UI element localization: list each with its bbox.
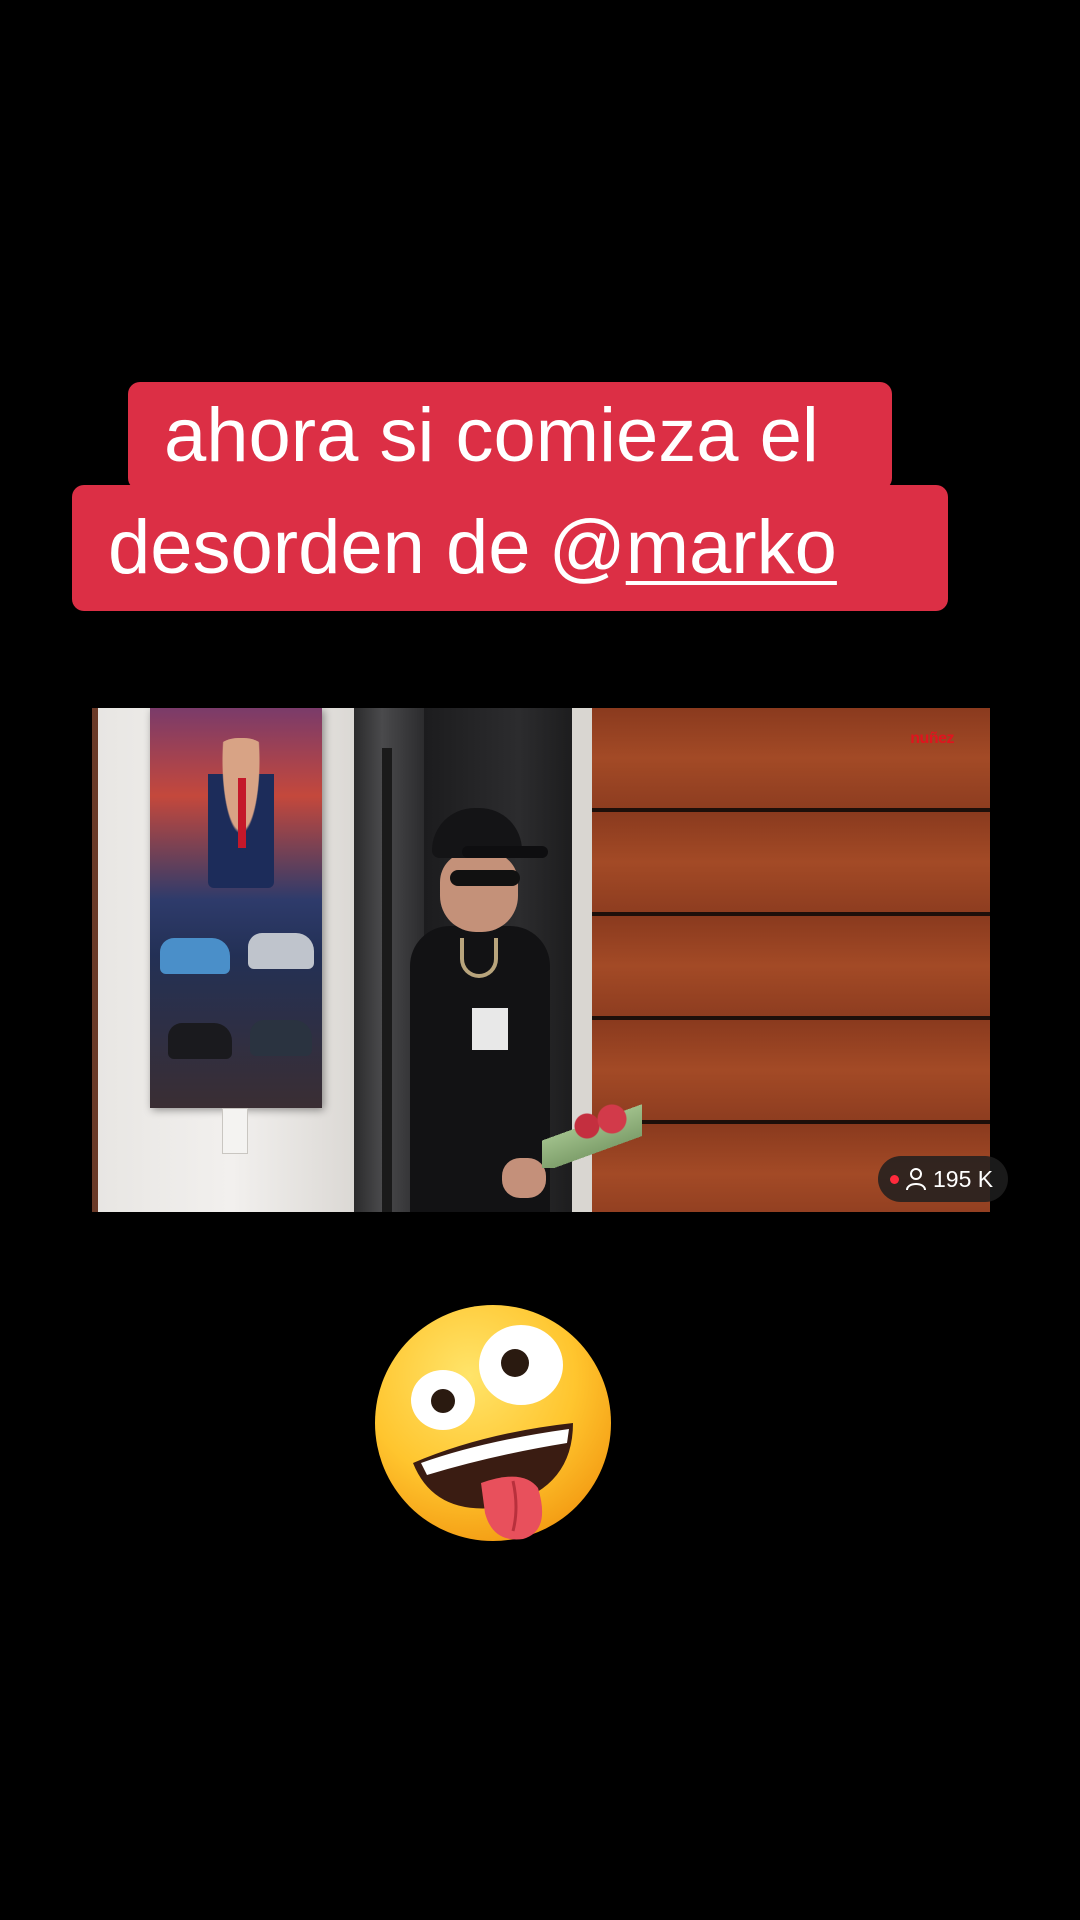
- video-frame[interactable]: nuñez: [92, 708, 990, 1212]
- video-poster: [150, 708, 322, 1108]
- viewer-count: 195 K: [933, 1165, 994, 1192]
- live-dot-icon: [890, 1174, 899, 1184]
- light-switch: [222, 1108, 248, 1154]
- caption-line-2: desorden de @ marko: [72, 485, 948, 611]
- mention-link[interactable]: marko: [626, 510, 837, 586]
- person-icon: [906, 1168, 926, 1191]
- mention-at-sign[interactable]: @: [549, 510, 626, 586]
- video-watermark: nuñez: [910, 730, 954, 747]
- flower-bouquet: [542, 1098, 642, 1168]
- caption-text-line-1: ahora si comieza el: [164, 393, 819, 478]
- person-in-video: [402, 808, 552, 1212]
- caption-line-1: ahora si comieza el: [128, 382, 892, 490]
- caption-text-line-2: desorden de: [108, 505, 531, 590]
- wood-panels: [592, 708, 990, 1212]
- live-viewer-badge[interactable]: 195 K: [878, 1156, 1008, 1202]
- zany-face-emoji-icon: [375, 1305, 611, 1541]
- video-page[interactable]: ahora si comieza el desorden de @marko: [0, 0, 1080, 1920]
